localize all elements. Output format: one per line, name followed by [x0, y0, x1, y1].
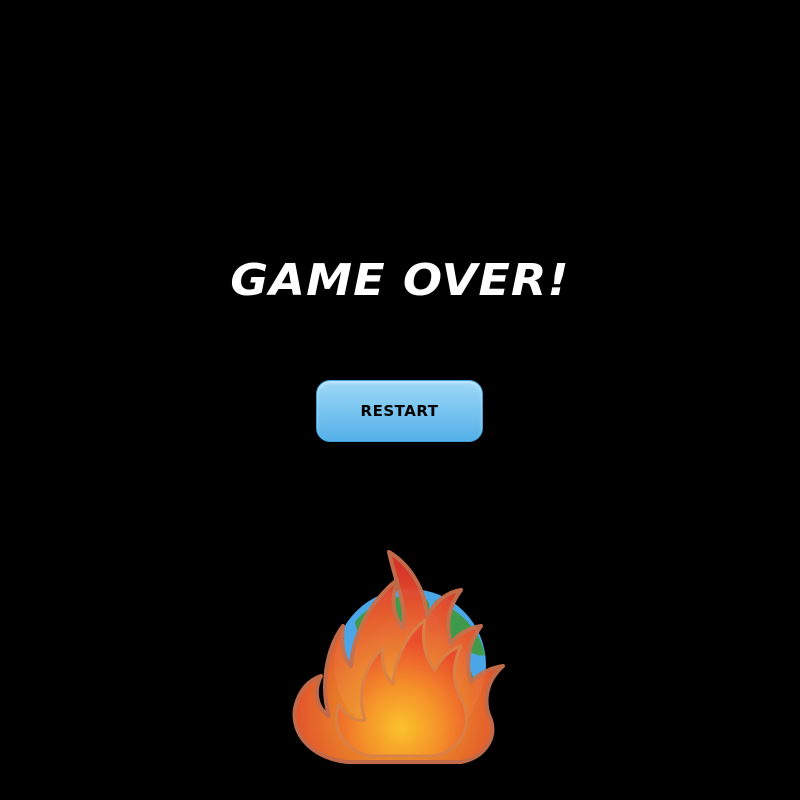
burning-earth-icon: [292, 550, 505, 764]
restart-button[interactable]: RESTART: [316, 380, 483, 442]
game-over-screen: GAME OVER! RESTART: [0, 0, 800, 800]
restart-button-label: RESTART: [360, 402, 439, 420]
game-over-title: GAME OVER!: [230, 255, 570, 306]
